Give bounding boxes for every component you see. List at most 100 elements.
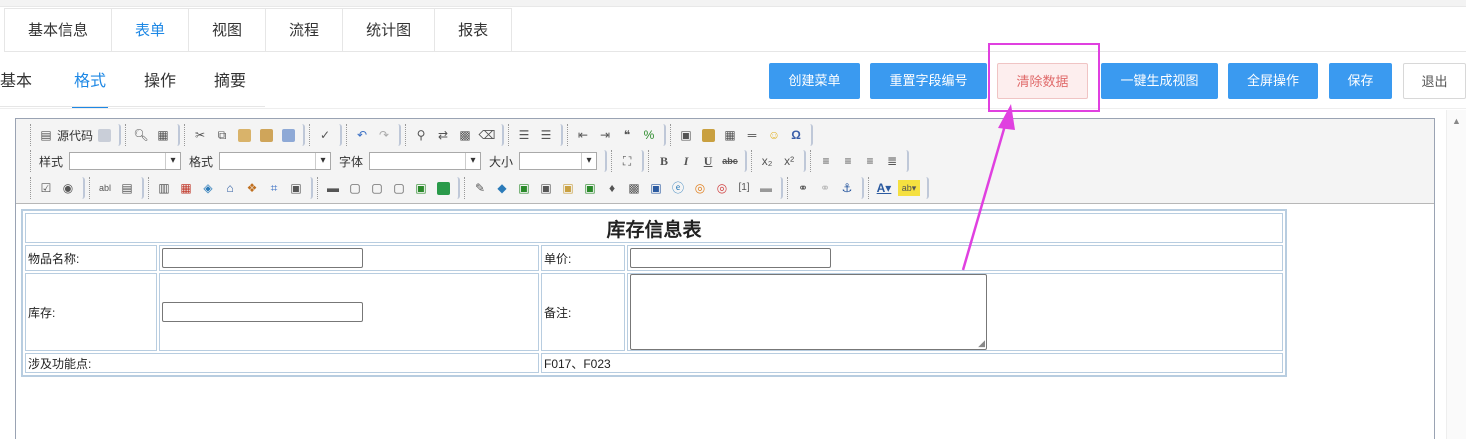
scroll-up-icon[interactable]: ▲	[1452, 116, 1461, 126]
code-icon[interactable]: ▢	[391, 180, 407, 196]
qrcode-icon[interactable]: ▩	[626, 180, 642, 196]
image-icon[interactable]: ▣	[678, 127, 694, 143]
link-icon[interactable]: ⚭	[795, 180, 811, 196]
templates-icon[interactable]	[96, 127, 112, 143]
replace-icon[interactable]: ⇄	[435, 127, 451, 143]
bold-icon[interactable]: B	[656, 153, 672, 169]
smiley-icon[interactable]: ☺	[766, 127, 782, 143]
spellcheck-icon[interactable]: ✓	[317, 127, 333, 143]
unit-price-input[interactable]	[630, 248, 831, 268]
superscript-icon[interactable]: x²	[781, 153, 797, 169]
bank-icon[interactable]: ⌂	[222, 180, 238, 196]
font-select[interactable]	[369, 152, 482, 170]
unlink-icon[interactable]: ⚭	[817, 180, 833, 196]
reset-field-number-button[interactable]: 重置字段编号	[870, 63, 987, 99]
special-char-icon[interactable]: Ω	[788, 127, 804, 143]
subscript-icon[interactable]: x₂	[759, 153, 775, 169]
preview-icon[interactable]: 🔍︎	[133, 127, 149, 143]
tab-chart[interactable]: 统计图	[342, 8, 436, 52]
color-wheel-icon[interactable]: ◎	[692, 180, 708, 196]
cut-icon[interactable]: ✂	[192, 127, 208, 143]
table-icon[interactable]: ▦	[722, 127, 738, 143]
subtab-summary[interactable]: 摘要	[214, 60, 246, 106]
print-icon[interactable]: ▦	[155, 127, 171, 143]
textarea-icon[interactable]: ▤	[119, 180, 135, 196]
bg-color-icon[interactable]: ab▾	[898, 180, 920, 196]
subtab-operation[interactable]: 操作	[144, 60, 176, 106]
frame-icon[interactable]: ▢	[369, 180, 385, 196]
date-icon[interactable]: ▦	[178, 180, 194, 196]
paste-word-icon[interactable]	[280, 127, 296, 143]
remark-textarea[interactable]: ◢	[630, 274, 987, 350]
layers-icon[interactable]: ◆	[494, 180, 510, 196]
redo-icon[interactable]: ↷	[376, 127, 392, 143]
fullscreen-button[interactable]: 全屏操作	[1228, 63, 1318, 99]
map-icon[interactable]: ▣	[582, 180, 598, 196]
strikethrough-icon[interactable]: abc	[722, 153, 738, 169]
word-icon[interactable]: ▣	[648, 180, 664, 196]
macro-icon[interactable]: ◈	[200, 180, 216, 196]
textfield-icon[interactable]: abl	[97, 180, 113, 196]
camera-icon[interactable]: ▣	[538, 180, 554, 196]
chart-icon[interactable]: ▣	[560, 180, 576, 196]
pencil-icon[interactable]: ✎	[472, 180, 488, 196]
save-button[interactable]: 保存	[1329, 63, 1392, 99]
maximize-icon[interactable]: ⛶	[619, 153, 635, 169]
list-control-icon[interactable]	[435, 180, 451, 196]
undo-icon[interactable]: ↶	[354, 127, 370, 143]
vertical-scrollbar[interactable]: ▲	[1446, 110, 1466, 439]
format-select[interactable]	[219, 152, 332, 170]
tab-form[interactable]: 表单	[111, 8, 190, 52]
exit-button[interactable]: 退出	[1403, 63, 1466, 99]
tab-view[interactable]: 视图	[188, 8, 267, 52]
indent-icon[interactable]: ⇥	[597, 127, 613, 143]
source-icon[interactable]: ▤	[38, 127, 54, 143]
div-container-icon[interactable]: %	[641, 127, 657, 143]
text-color-icon[interactable]: A▾	[876, 180, 892, 196]
bulleted-list-icon[interactable]: ☰	[538, 127, 554, 143]
horizontal-rule-icon[interactable]: ═	[744, 127, 760, 143]
form-icon[interactable]: ▢	[347, 180, 363, 196]
tab-basic-info[interactable]: 基本信息	[4, 8, 113, 52]
numbered-list-icon[interactable]: ☰	[516, 127, 532, 143]
style-select[interactable]	[69, 152, 182, 170]
paste-text-icon[interactable]	[258, 127, 274, 143]
excel-icon[interactable]: ▣	[413, 180, 429, 196]
calc-icon[interactable]: ▣	[288, 180, 304, 196]
align-right-icon[interactable]: ≡	[862, 153, 878, 169]
picture-icon[interactable]: ▣	[516, 180, 532, 196]
item-name-input[interactable]	[162, 248, 363, 268]
number-icon[interactable]: [1]	[736, 180, 752, 196]
source-code-label[interactable]: 源代码	[57, 127, 93, 144]
align-left-icon[interactable]: ≡	[818, 153, 834, 169]
resize-grip-icon[interactable]: ◢	[978, 338, 985, 349]
subtab-format[interactable]: 格式	[72, 60, 109, 108]
stock-input[interactable]	[162, 302, 363, 322]
italic-icon[interactable]: I	[678, 153, 694, 169]
paste-icon[interactable]	[236, 127, 252, 143]
anchor-icon[interactable]: ⚓	[839, 180, 855, 196]
align-justify-icon[interactable]: ≣	[884, 153, 900, 169]
listbox-icon[interactable]: ▥	[156, 180, 172, 196]
find-icon[interactable]: ⚲	[413, 127, 429, 143]
select-all-icon[interactable]: ▩	[457, 127, 473, 143]
checkbox-icon[interactable]: ☑	[38, 180, 54, 196]
ie-icon[interactable]: ⓔ	[670, 180, 686, 196]
align-center-icon[interactable]: ≡	[840, 153, 856, 169]
subtab-basic[interactable]: 基本	[0, 60, 32, 106]
tab-report[interactable]: 报表	[434, 8, 513, 52]
line-icon[interactable]: ▬	[325, 180, 341, 196]
tab-flow[interactable]: 流程	[265, 8, 344, 52]
target-icon[interactable]: ◎	[714, 180, 730, 196]
bar-icon[interactable]: ▬	[758, 180, 774, 196]
progress-icon[interactable]: ❖	[244, 180, 260, 196]
size-select[interactable]	[519, 152, 598, 170]
radio-icon[interactable]: ◉	[60, 180, 76, 196]
create-menu-button[interactable]: 创建菜单	[769, 63, 860, 99]
underline-icon[interactable]: U	[700, 153, 716, 169]
flash-icon[interactable]	[700, 127, 716, 143]
blockquote-icon[interactable]: ❝	[619, 127, 635, 143]
microphone-icon[interactable]: ♦	[604, 180, 620, 196]
generate-view-button[interactable]: 一键生成视图	[1101, 63, 1218, 99]
remove-format-icon[interactable]: ⌫	[479, 127, 496, 143]
